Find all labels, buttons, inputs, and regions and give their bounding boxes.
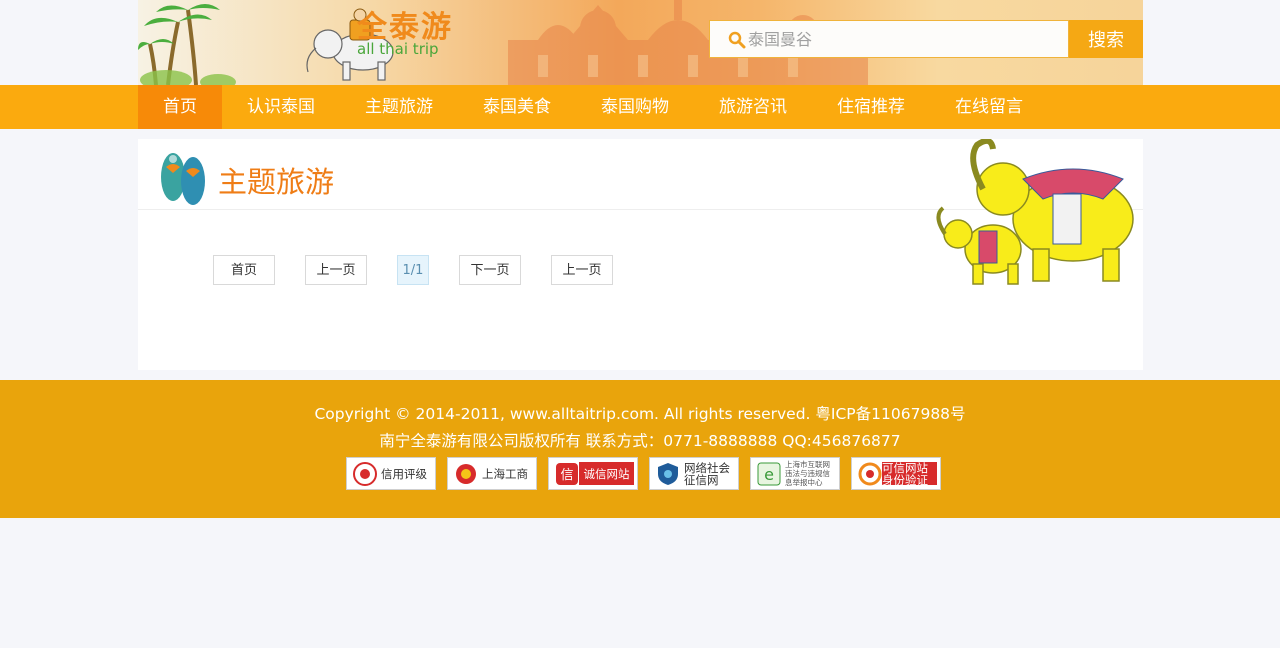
pager-prev[interactable]: 上一页 [305,255,367,285]
nav-item-home[interactable]: 首页 [138,85,222,129]
badge-label: 上海市互联网违法与违规信息举报中心 [785,460,830,487]
nav-item-thai-food[interactable]: 泰国美食 [458,85,576,129]
site-header: 全泰游 all thai trip 搜索 [0,0,1280,85]
police-emblem-icon [456,464,476,484]
svg-text:e: e [764,465,774,484]
nav-item-theme-travel[interactable]: 主题旅游 [340,85,458,129]
trust-icon: 信 [556,463,578,485]
shield-icon [658,463,678,485]
pager-current: 1/1 [397,255,429,285]
nav-item-travel-news[interactable]: 旅游咨讯 [694,85,812,129]
badge-credit-rating[interactable]: 信用评级 [346,457,436,490]
content-panel: 主题旅游 首页 上一页 1/1 下一页 上一页 [138,139,1143,370]
svg-text:信: 信 [560,468,573,483]
badge-label: 可信网站身份验证 [882,462,937,486]
copyright-text: Copyright © 2014-2011, www.alltaitrip.co… [314,405,966,423]
flip-flop-icon [161,153,205,205]
nav-item-about-thailand[interactable]: 认识泰国 [222,85,340,129]
nav-item-guestbook[interactable]: 在线留言 [930,85,1048,129]
badge-social-credit[interactable]: 网络社会征信网 [649,457,739,490]
main-nav: 首页 认识泰国 主题旅游 泰国美食 泰国购物 旅游咨讯 住宿推荐 在线留言 [0,85,1280,129]
verified-site-icon [858,462,882,486]
credit-seal-icon [353,462,377,486]
certification-badges: 信用评级 上海工商 信 诚信网站 网络社会征信网 e 上海市互联网违法与违规信息… [346,457,952,490]
search-input[interactable] [748,21,1058,57]
badge-label: 上海工商 [482,466,528,481]
nav-item-thai-shopping[interactable]: 泰国购物 [576,85,694,129]
search-button[interactable]: 搜索 [1069,20,1143,58]
site-footer: Copyright © 2014-2011, www.alltaitrip.co… [0,380,1280,518]
report-e-icon: e [757,462,781,486]
elephant-illustration [936,139,1134,285]
badge-label: 网络社会征信网 [684,460,730,487]
company-info: 南宁全泰游有限公司版权所有 联系方式：0771-8888888 QQ:45687… [379,432,901,450]
search-box [709,20,1069,58]
page-title: 主题旅游 [218,165,335,199]
badge-trusted-site[interactable]: 信 诚信网站 [548,457,638,490]
nav-item-accommodation[interactable]: 住宿推荐 [812,85,930,129]
badge-report-center[interactable]: e 上海市互联网违法与违规信息举报中心 [750,457,840,490]
search-icon [728,31,746,49]
pagination: 首页 上一页 1/1 下一页 上一页 [213,255,643,285]
pager-last[interactable]: 上一页 [551,255,613,285]
pager-next[interactable]: 下一页 [459,255,521,285]
badge-shanghai-business[interactable]: 上海工商 [447,457,537,490]
badge-label: 诚信网站 [579,462,634,485]
logo-subtitle: all thai trip [357,40,439,58]
pager-first[interactable]: 首页 [213,255,275,285]
badge-label: 信用评级 [381,466,427,481]
badge-verified-site[interactable]: 可信网站身份验证 [851,457,941,490]
